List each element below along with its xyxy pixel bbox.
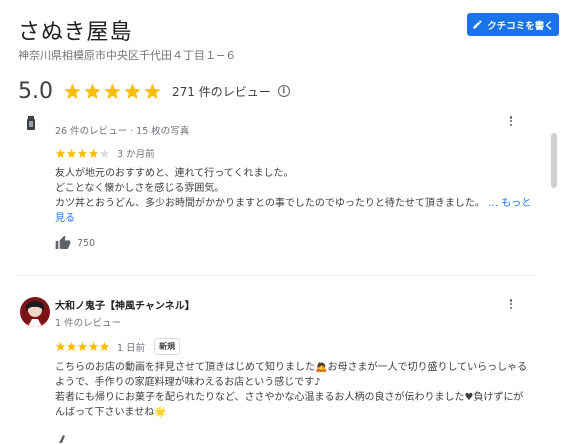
- star-icon: [88, 148, 99, 158]
- new-reviewer-badge: 新規: [154, 338, 181, 355]
- more-options-icon[interactable]: [507, 297, 515, 311]
- write-review-button[interactable]: クチコミを書く: [467, 13, 559, 36]
- reviewer-stats: 1 件のレビュー: [55, 318, 122, 329]
- scrollbar-thumb[interactable]: [551, 133, 557, 188]
- star-icon: [55, 341, 66, 351]
- review-rating: 1 日前 新規: [55, 338, 181, 355]
- reviewer-stats: 26 件のレビュー · 15 枚の写真: [55, 126, 190, 137]
- rating-value: 5.0: [18, 78, 53, 104]
- star-empty-icon: [99, 148, 110, 158]
- review-date: 1 日前: [117, 342, 146, 354]
- review-text: 友人が地元のおすすめと、連れて行ってくれました。 どことなく懐かしさを感じる雰囲…: [55, 166, 533, 226]
- reviewer-avatar[interactable]: [26, 116, 36, 130]
- rating-stars: [63, 82, 162, 101]
- thumbs-up-icon: [55, 235, 71, 249]
- reviewer-name[interactable]: 大和ノ鬼子【神風チャンネル】: [55, 297, 195, 312]
- star-icon: [77, 148, 88, 158]
- review-body: 友人が地元のおすすめと、連れて行ってくれました。 どことなく懐かしさを感じる雰囲…: [55, 168, 485, 209]
- star-icon: [66, 148, 77, 158]
- star-icon: [77, 341, 88, 351]
- place-header: さぬき屋島 神奈川県相模原市中央区千代田４丁目１−６ クチコミを書く 5.0 2…: [0, 0, 586, 108]
- like-button[interactable]: 750: [55, 235, 95, 251]
- rating-summary: 5.0 271 件のレビュー i: [18, 76, 290, 106]
- thumbs-up-icon[interactable]: [58, 435, 68, 443]
- review-text: こちらのお店の動画を拝見させて頂きはじめて知りました🙇お母さまが一人で切り盛りし…: [55, 360, 533, 420]
- review-count: 271 件のレビュー: [172, 84, 271, 99]
- reviewer-avatar[interactable]: [20, 297, 50, 327]
- star-icon: [99, 341, 110, 351]
- review-stars: [55, 341, 110, 352]
- like-count: 750: [77, 237, 96, 249]
- star-icon: [104, 83, 121, 99]
- star-icon: [124, 83, 141, 99]
- star-icon: [144, 83, 161, 99]
- star-icon: [84, 83, 101, 99]
- divider: [16, 275, 536, 276]
- reviews-list[interactable]: 26 件のレビュー · 15 枚の写真 3 か月前 友人が地元のおすすめと、連れ…: [0, 108, 586, 445]
- star-icon: [66, 341, 77, 351]
- star-icon: [55, 148, 66, 158]
- place-title: さぬき屋島: [18, 20, 133, 45]
- write-review-label: クチコミを書く: [487, 20, 554, 32]
- review-stars: [55, 148, 110, 159]
- star-icon: [64, 83, 81, 99]
- review-rating: 3 か月前: [55, 146, 155, 160]
- review-date: 3 か月前: [117, 149, 155, 160]
- info-icon[interactable]: i: [277, 85, 290, 97]
- place-address: 神奈川県相模原市中央区千代田４丁目１−６: [18, 49, 237, 62]
- review-body: こちらのお店の動画を拝見させて頂きはじめて知りました🙇お母さまが一人で切り盛りし…: [55, 362, 528, 418]
- pencil-icon: [473, 20, 482, 29]
- star-icon: [88, 341, 99, 351]
- more-options-icon[interactable]: [507, 114, 515, 128]
